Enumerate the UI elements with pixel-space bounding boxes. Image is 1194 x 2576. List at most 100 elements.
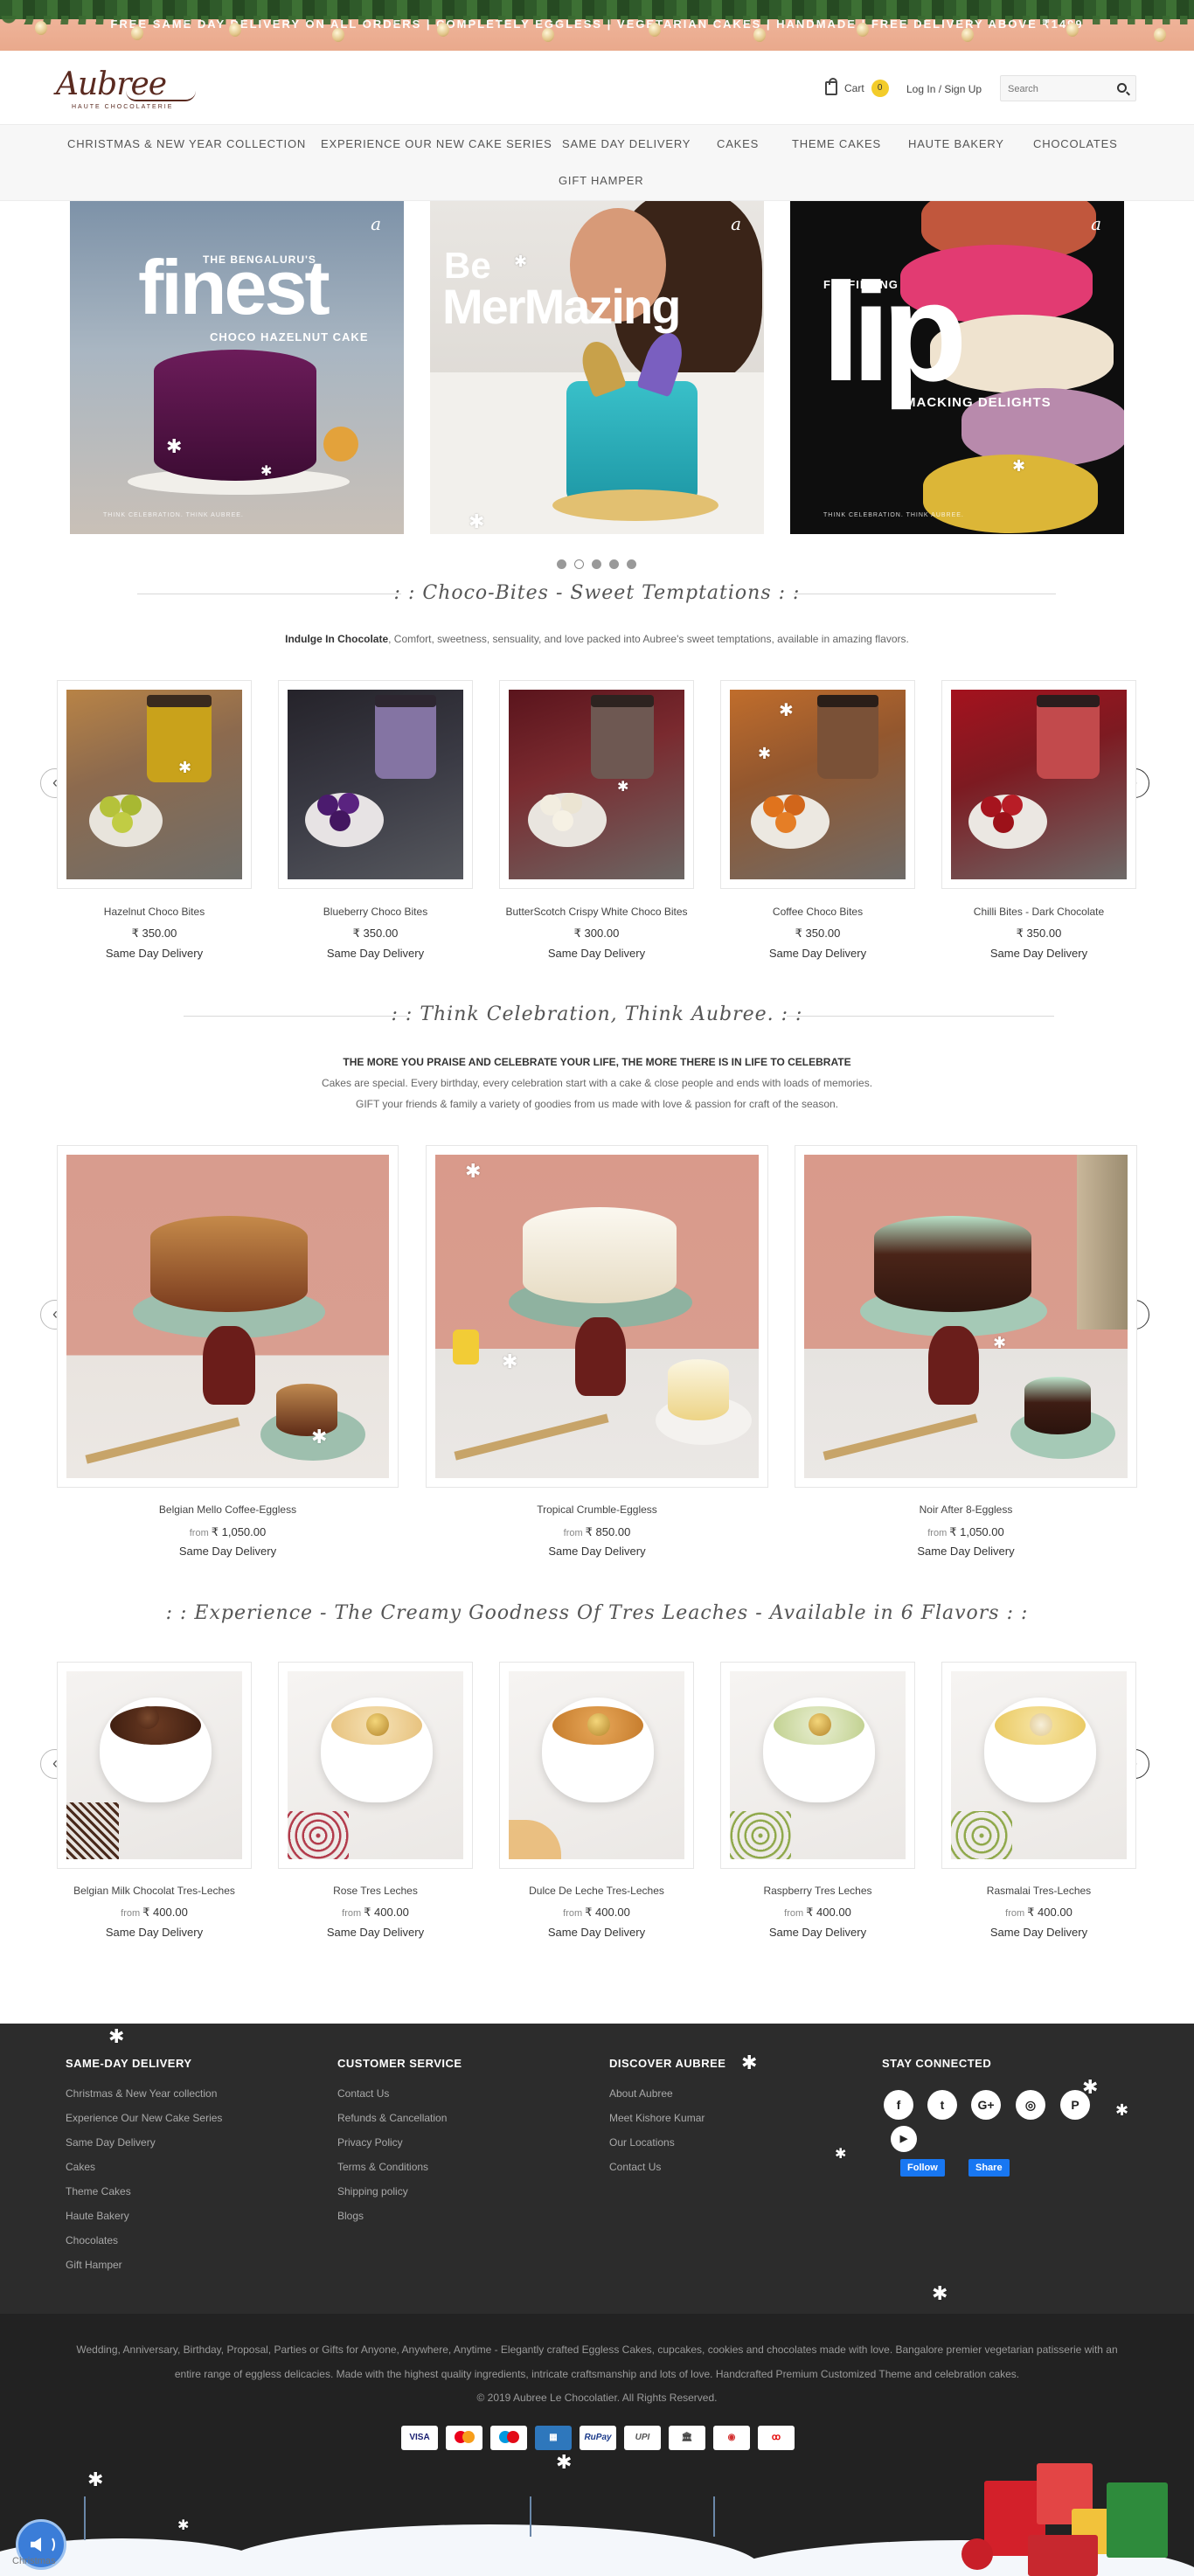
snowflake-icon: ✱ — [556, 2451, 573, 2473]
hero-signature: a — [1091, 213, 1101, 234]
sound-wave-icon — [43, 2536, 55, 2553]
product-card[interactable] — [941, 1662, 1136, 1869]
nav-item-same-day-delivery[interactable]: SAME DAY DELIVERY — [562, 137, 691, 150]
product-price: ₹ 350.00 — [1016, 927, 1062, 940]
product-card[interactable] — [499, 1662, 694, 1869]
footer-link[interactable]: Same Day Delivery — [66, 2136, 156, 2149]
nav-item-new-cake-series[interactable]: EXPERIENCE OUR NEW CAKE SERIES — [321, 137, 552, 150]
footer-link[interactable]: Gift Hamper — [66, 2259, 122, 2271]
product-price: from ₹ 400.00 — [57, 1906, 252, 1920]
cake-knife — [85, 1417, 240, 1464]
twitter-icon[interactable]: t — [927, 2090, 957, 2120]
product-name[interactable]: Noir After 8-Eggless — [795, 1503, 1137, 1516]
ornament-icon — [753, 28, 766, 42]
carousel-dot[interactable] — [557, 559, 566, 569]
product-delivery: Same Day Delivery — [326, 947, 425, 960]
nav-item-haute-bakery[interactable]: HAUTE BAKERY — [908, 137, 1004, 150]
carousel-dots — [557, 559, 636, 569]
instagram-icon[interactable]: ◎ — [1016, 2090, 1045, 2120]
nav-item-cakes[interactable]: CAKES — [717, 137, 759, 150]
product-name[interactable]: Hazelnut Choco Bites — [57, 906, 252, 918]
product-name[interactable]: Blueberry Choco Bites — [278, 906, 473, 918]
nav-item-christmas-collection[interactable]: CHRISTMAS & NEW YEAR COLLECTION — [67, 137, 306, 150]
product-price: from ₹ 850.00 — [426, 1525, 768, 1539]
footer-link[interactable]: Christmas & New Year collection — [66, 2087, 217, 2100]
price-value: ₹ 400.00 — [364, 1906, 409, 1919]
product-card[interactable]: ✱ — [499, 680, 694, 889]
footer-link[interactable]: Shipping policy — [337, 2185, 408, 2198]
footer-link[interactable]: Theme Cakes — [66, 2185, 131, 2198]
carousel-dot[interactable] — [627, 559, 636, 569]
footer-link[interactable]: Our Locations — [609, 2136, 675, 2149]
product-name[interactable]: ButterScotch Crispy White Choco Bites — [499, 906, 694, 918]
footer-link[interactable]: Contact Us — [609, 2161, 661, 2173]
rasmalai-topping — [1030, 1713, 1052, 1736]
ornament-icon — [961, 2538, 993, 2570]
product-card[interactable] — [941, 680, 1136, 889]
footer-link[interactable]: Haute Bakery — [66, 2210, 129, 2222]
footer-link[interactable]: Experience Our New Cake Series — [66, 2112, 222, 2124]
snowflake-icon: ✱ — [1012, 457, 1026, 475]
product-name[interactable]: Dulce De Leche Tres-Leches — [499, 1885, 694, 1897]
product-name[interactable]: Coffee Choco Bites — [720, 906, 915, 918]
product-name[interactable]: Belgian Milk Chocolat Tres-Leches — [57, 1885, 252, 1897]
product-card[interactable] — [720, 1662, 915, 1869]
product-name[interactable]: Raspberry Tres Leches — [720, 1885, 915, 1897]
carousel-dot-active[interactable] — [574, 559, 584, 569]
ornament-icon — [649, 23, 661, 37]
maestro-icon — [490, 2426, 527, 2450]
carousel-dot[interactable] — [592, 559, 601, 569]
product-name[interactable]: Belgian Mello Coffee-Eggless — [57, 1503, 399, 1516]
footer-link[interactable]: Cakes — [66, 2161, 95, 2173]
product-name[interactable]: Chilli Bites - Dark Chocolate — [941, 906, 1136, 918]
google-plus-icon[interactable]: G+ — [971, 2090, 1001, 2120]
nav-item-theme-cakes[interactable]: THEME CAKES — [792, 137, 881, 150]
footer-link[interactable]: Meet Kishore Kumar — [609, 2112, 705, 2124]
product-card[interactable]: ✱ ✱ — [720, 680, 915, 889]
jar-image — [591, 698, 654, 779]
hero-banner-choco-hazelnut[interactable]: finest THE BENGALURU'S CHOCO HAZELNUT CA… — [70, 201, 404, 534]
footer-col-title-customer-service: CUSTOMER SERVICE — [337, 2057, 462, 2070]
product-card[interactable]: ✱ — [57, 1145, 399, 1488]
facebook-icon[interactable]: f — [884, 2090, 913, 2120]
search-input[interactable] — [1008, 81, 1113, 97]
product-name[interactable]: Tropical Crumble-Eggless — [426, 1503, 768, 1516]
product-card[interactable]: ✱ — [57, 680, 252, 889]
facebook-follow-button[interactable]: Follow — [900, 2159, 945, 2177]
pampas-grass-decoration — [1077, 1155, 1128, 1330]
aubree-logo[interactable]: Aubree HAUTE CHOCOLATERIE — [56, 66, 196, 112]
login-signup-link[interactable]: Log In / Sign Up — [906, 83, 982, 95]
footer-link[interactable]: Refunds & Cancellation — [337, 2112, 447, 2124]
footer-link[interactable]: Terms & Conditions — [337, 2161, 428, 2173]
cart-button[interactable]: Cart 0 — [825, 78, 889, 97]
product-card[interactable] — [57, 1662, 252, 1869]
product-card[interactable]: ✱ ✱ — [426, 1145, 768, 1488]
carousel-dot[interactable] — [609, 559, 619, 569]
section-title-celebration: : : Think Celebration, Think Aubree. : : — [391, 1003, 803, 1025]
product-delivery: Same Day Delivery — [547, 1926, 646, 1939]
search-icon[interactable] — [1117, 83, 1127, 93]
hero-small-text: THE BENGALURU'S — [203, 253, 316, 266]
product-card[interactable]: ✱ — [795, 1145, 1137, 1488]
facebook-share-button[interactable]: Share — [968, 2159, 1010, 2177]
nav-item-gift-hamper[interactable]: GIFT HAMPER — [559, 174, 643, 187]
footer-link[interactable]: About Aubree — [609, 2087, 673, 2100]
product-image-noir-after-8: ✱ — [804, 1155, 1128, 1478]
hero-footer-text: THINK CELEBRATION. THINK AUBREE. — [823, 512, 964, 518]
mastercard-icon — [446, 2426, 482, 2450]
hero-banner-lip-smacking[interactable]: lip FULFILLING SMACKING DELIGHTS THINK C… — [790, 201, 1124, 534]
youtube-icon[interactable]: ▶ — [891, 2126, 917, 2152]
footer-link[interactable]: Privacy Policy — [337, 2136, 403, 2149]
hero-banner-mermazing[interactable]: Be MerMazing a ✱ ✱ — [430, 201, 764, 534]
footer-link[interactable]: Blogs — [337, 2210, 364, 2222]
product-image-dulce-de-leche — [509, 1671, 684, 1859]
product-card[interactable] — [278, 1662, 473, 1869]
cake-image — [874, 1216, 1031, 1312]
product-name[interactable]: Rasmalai Tres-Leches — [941, 1885, 1136, 1897]
footer-link[interactable]: Contact Us — [337, 2087, 389, 2100]
product-card[interactable] — [278, 680, 473, 889]
footer-link[interactable]: Chocolates — [66, 2234, 118, 2246]
product-name[interactable]: Rose Tres Leches — [278, 1885, 473, 1897]
nav-item-chocolates[interactable]: CHOCOLATES — [1033, 137, 1118, 150]
snowflake-icon: ✱ — [177, 2518, 190, 2533]
